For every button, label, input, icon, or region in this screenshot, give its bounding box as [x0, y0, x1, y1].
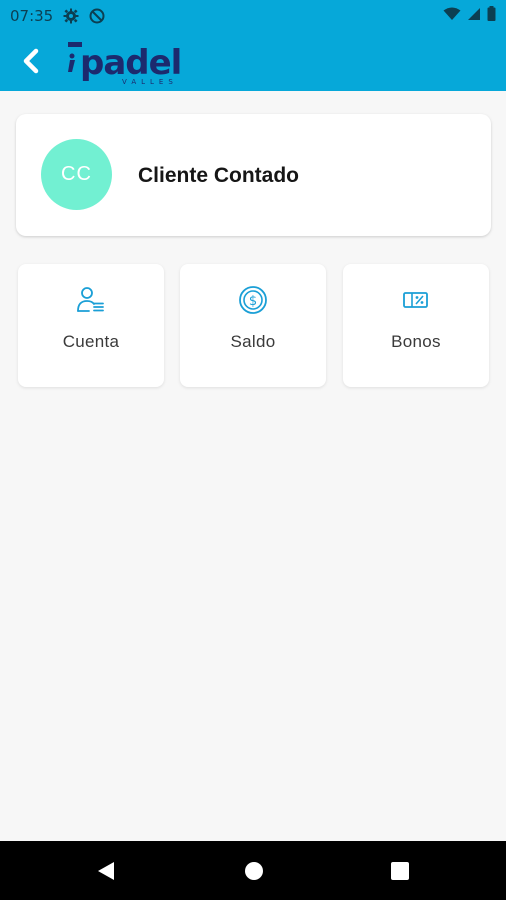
back-button[interactable]: [14, 44, 48, 78]
tile-bonos[interactable]: Bonos: [343, 264, 489, 387]
profile-card: CC Cliente Contado: [16, 114, 491, 236]
padel-valles-logo: padel VALLES: [66, 36, 202, 86]
recents-square-icon: [391, 862, 409, 880]
app-bar: padel VALLES: [0, 32, 506, 91]
voucher-percent-icon: [403, 292, 428, 308]
user-account-icon: [77, 287, 104, 312]
wifi-icon: [443, 7, 461, 26]
at-sign-icon: [89, 8, 105, 24]
tile-saldo[interactable]: $ Saldo: [180, 264, 326, 387]
nav-recents-button[interactable]: [386, 857, 414, 885]
nav-home-button[interactable]: [240, 857, 268, 885]
dollar-coin-icon: $: [239, 286, 267, 314]
main-content: CC Cliente Contado Cuenta $ Saldo Bonos: [0, 91, 506, 841]
nav-back-button[interactable]: [92, 857, 120, 885]
home-circle-icon: [245, 862, 263, 880]
tile-cuenta[interactable]: Cuenta: [18, 264, 164, 387]
system-nav-bar: [0, 841, 506, 900]
tile-saldo-label: Saldo: [230, 332, 276, 351]
svg-text:VALLES: VALLES: [122, 78, 178, 86]
avatar: CC: [41, 139, 112, 210]
back-triangle-icon: [98, 862, 114, 880]
chevron-left-icon: [23, 48, 39, 74]
settings-icon: [63, 8, 79, 24]
status-bar: 07:35: [0, 0, 506, 32]
signal-icon: [467, 7, 481, 26]
avatar-initials: CC: [61, 163, 92, 185]
battery-icon: [487, 6, 496, 26]
profile-name: Cliente Contado: [138, 164, 299, 187]
status-time: 07:35: [10, 7, 54, 25]
svg-text:$: $: [249, 294, 257, 309]
tile-bonos-label: Bonos: [391, 332, 441, 351]
tile-cuenta-label: Cuenta: [62, 332, 120, 351]
svg-text:padel: padel: [80, 43, 181, 83]
